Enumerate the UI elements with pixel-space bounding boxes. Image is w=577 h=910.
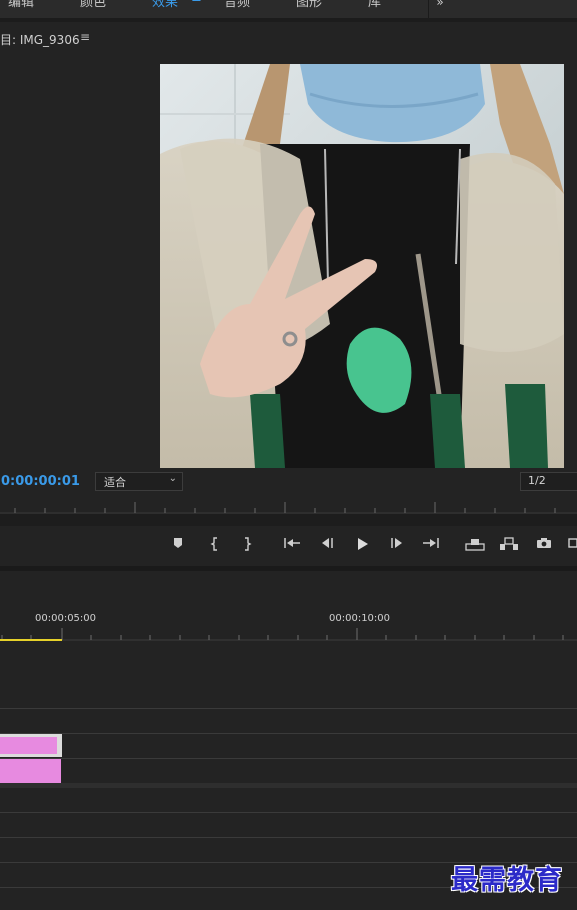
export-frame-button[interactable]: [534, 537, 554, 553]
playback-resolution-select[interactable]: 1/2: [520, 472, 577, 491]
lift-button[interactable]: [465, 537, 485, 553]
marker-icon: [174, 538, 182, 548]
mark-in-icon: [210, 537, 217, 551]
preview-image: [160, 64, 564, 468]
video-preview-frame: [160, 64, 564, 468]
mark-in-button[interactable]: [205, 537, 225, 553]
lift-icon: [465, 539, 485, 551]
button-editor[interactable]: [566, 537, 577, 553]
step-back-button[interactable]: [317, 537, 337, 553]
play-icon: [358, 538, 368, 550]
tab-audio[interactable]: 音频: [224, 0, 250, 10]
more-workspaces-button[interactable]: »: [428, 0, 451, 18]
chevron-down-icon: ⌄: [168, 473, 177, 484]
work-area-bar[interactable]: [0, 639, 62, 641]
zoom-level-value: 适合: [104, 476, 126, 489]
audio-clip[interactable]: [0, 759, 61, 783]
video-clip-body: [0, 737, 57, 754]
go-to-in-icon: [284, 538, 300, 548]
panel-title[interactable]: 目: IMG_9306: [0, 31, 80, 48]
monitor-time-ruler[interactable]: [0, 500, 577, 514]
step-forward-button[interactable]: [387, 537, 407, 553]
video-clip[interactable]: [0, 734, 62, 757]
hamburger-icon[interactable]: ≡: [80, 30, 90, 44]
tab-libraries[interactable]: 库: [368, 0, 381, 10]
step-back-icon: [322, 538, 333, 548]
video-audio-divider[interactable]: [0, 783, 577, 788]
tab-edit[interactable]: 编辑: [8, 0, 34, 10]
timeline-ruler[interactable]: [0, 625, 577, 641]
play-button[interactable]: [352, 537, 372, 553]
tab-graphics[interactable]: 图形: [296, 0, 322, 10]
go-to-out-icon: [423, 538, 439, 548]
playhead-timecode[interactable]: 0:00:00:01: [1, 474, 80, 489]
track-divider: [0, 733, 577, 734]
mark-out-icon: [245, 537, 252, 551]
playback-resolution-value: 1/2: [528, 474, 546, 487]
tab-color[interactable]: 颜色: [80, 0, 106, 10]
mark-out-button[interactable]: [237, 537, 257, 553]
workspace-tab-bar: 编辑 颜色 效果 ≡ 音频 图形 库 »: [0, 0, 577, 18]
camera-icon: [537, 538, 551, 548]
track-divider: [0, 758, 577, 759]
step-forward-icon: [391, 538, 402, 548]
extract-button[interactable]: [499, 537, 519, 553]
watermark: 最需教育: [451, 865, 563, 896]
timeline-time-label: 00:00:05:00: [35, 613, 97, 624]
track-divider: [0, 837, 577, 838]
tab-effects[interactable]: 效果: [152, 0, 178, 10]
zoom-level-select[interactable]: 适合 ⌄: [95, 472, 183, 491]
track-divider: [0, 708, 577, 709]
extract-icon: [500, 537, 518, 550]
add-marker-button[interactable]: [168, 537, 188, 553]
go-to-out-button[interactable]: [421, 537, 441, 553]
track-divider: [0, 812, 577, 813]
timeline-time-label: 00:00:10:00: [329, 613, 391, 624]
scroll-bar[interactable]: [0, 514, 577, 526]
button-editor-icon: [568, 538, 577, 548]
go-to-in-button[interactable]: [282, 537, 302, 553]
hamburger-icon[interactable]: ≡: [191, 0, 202, 6]
